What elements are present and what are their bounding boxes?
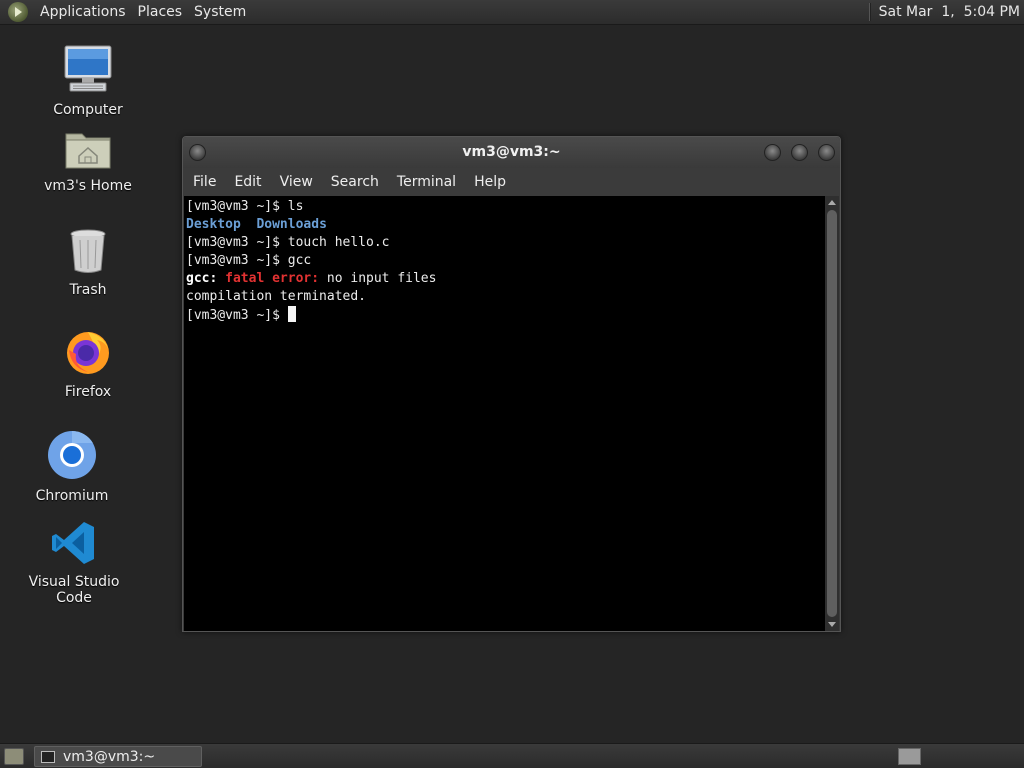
- scroll-up-arrow-icon[interactable]: [828, 200, 836, 205]
- vscode-icon: [52, 522, 94, 564]
- window-title: vm3@vm3:~: [462, 144, 561, 160]
- desktop-icon-chromium[interactable]: Chromium: [12, 430, 132, 504]
- places-menu[interactable]: Places: [132, 4, 189, 20]
- terminal-line: [vm3@vm3 ~]$ touch hello.c: [186, 235, 390, 250]
- terminal-scrollbar[interactable]: [825, 196, 839, 631]
- menu-view[interactable]: View: [274, 174, 319, 190]
- main-menu-logo-icon[interactable]: [8, 2, 28, 22]
- close-button[interactable]: [818, 144, 835, 161]
- desktop-icon-trash[interactable]: Trash: [28, 228, 148, 298]
- terminal-menu-bar: File Edit View Search Terminal Help: [183, 168, 840, 196]
- dir-downloads: Downloads: [256, 217, 327, 232]
- desktop-icon-label: vm3's Home: [44, 178, 132, 194]
- dir-desktop: Desktop: [186, 217, 241, 232]
- desktop-icon-label: Chromium: [35, 488, 109, 504]
- terminal-line: Desktop Downloads: [186, 216, 827, 234]
- menu-edit[interactable]: Edit: [228, 174, 267, 190]
- top-panel: Applications Places System Sat Mar 1, 5:…: [0, 0, 1024, 25]
- applications-menu[interactable]: Applications: [34, 4, 132, 20]
- firefox-icon: [67, 332, 109, 374]
- menu-file[interactable]: File: [187, 174, 222, 190]
- gcc-prefix: gcc:: [186, 271, 218, 286]
- desktop-icon-vscode[interactable]: Visual Studio Code: [14, 520, 134, 606]
- minimize-button[interactable]: [764, 144, 781, 161]
- fatal-error-text: fatal error:: [225, 271, 320, 286]
- prompt: [vm3@vm3 ~]$: [186, 308, 288, 323]
- desktop-icon-label: Trash: [69, 282, 107, 298]
- clock[interactable]: Sat Mar 1, 5:04 PM: [879, 4, 1024, 20]
- terminal-line: [vm3@vm3 ~]$: [186, 306, 827, 324]
- desktop-icon-home[interactable]: vm3's Home: [28, 128, 148, 194]
- terminal-icon: [41, 750, 55, 763]
- taskbar-item-label: vm3@vm3:~: [63, 748, 156, 765]
- terminal-line: gcc: fatal error: no input files: [186, 270, 827, 288]
- title-bar[interactable]: vm3@vm3:~: [183, 137, 840, 168]
- chromium-icon: [48, 431, 96, 479]
- terminal-output[interactable]: [vm3@vm3 ~]$ ls Desktop Downloads [vm3@v…: [184, 196, 827, 631]
- terminal-window[interactable]: vm3@vm3:~ File Edit View Search Terminal…: [182, 136, 841, 632]
- menu-help[interactable]: Help: [468, 174, 512, 190]
- show-desktop-button[interactable]: [4, 748, 24, 765]
- menu-search[interactable]: Search: [325, 174, 385, 190]
- taskbar-item-terminal[interactable]: vm3@vm3:~: [34, 746, 202, 767]
- scroll-down-arrow-icon[interactable]: [828, 622, 836, 627]
- system-menu[interactable]: System: [188, 4, 252, 20]
- trash-icon: [70, 229, 106, 273]
- menu-terminal[interactable]: Terminal: [391, 174, 462, 190]
- terminal-line: [vm3@vm3 ~]$ ls: [186, 199, 304, 214]
- scrollbar-thumb[interactable]: [827, 210, 837, 617]
- maximize-button[interactable]: [791, 144, 808, 161]
- desktop-icon-label: Computer: [53, 102, 123, 118]
- bottom-panel: vm3@vm3:~: [0, 743, 1024, 768]
- computer-icon: [64, 45, 112, 92]
- error-message: no input files: [319, 271, 437, 286]
- panel-separator: [868, 3, 871, 21]
- desktop-icon-label: Visual Studio Code: [28, 574, 120, 606]
- desktop-icon-computer[interactable]: Computer: [28, 44, 148, 118]
- home-folder-icon: [65, 133, 111, 169]
- terminal-line: [vm3@vm3 ~]$ gcc: [186, 253, 312, 268]
- desktop-icon-label: Firefox: [64, 384, 112, 400]
- text-cursor: [287, 306, 296, 322]
- workspace-switcher[interactable]: [898, 748, 921, 765]
- desktop-icon-firefox[interactable]: Firefox: [28, 326, 148, 400]
- terminal-line: compilation terminated.: [186, 289, 367, 304]
